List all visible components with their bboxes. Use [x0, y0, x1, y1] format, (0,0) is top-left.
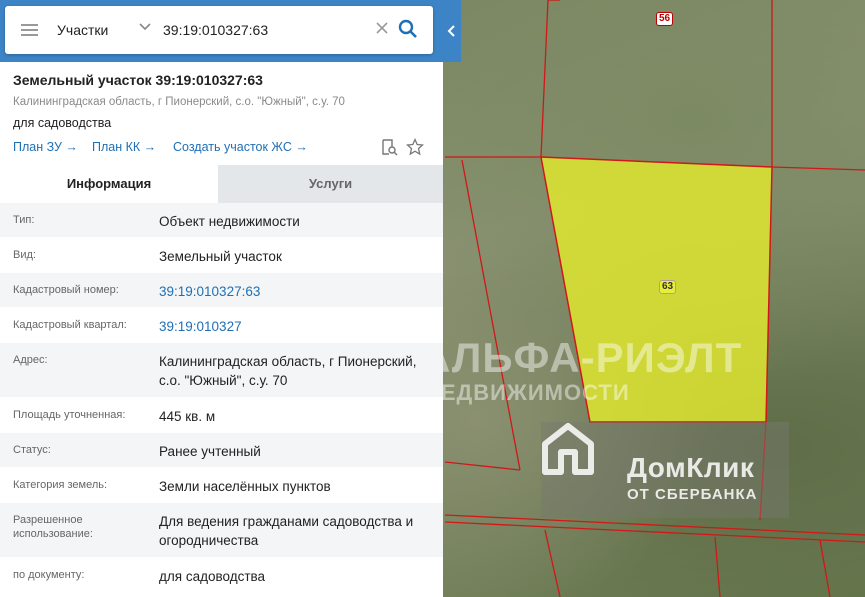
field-key: Категория земель:	[13, 479, 108, 491]
field-list: Тип: Объект недвижимости Вид: Земельный …	[0, 203, 443, 593]
parcel-label-56[interactable]: 56	[656, 12, 674, 26]
parcel-label-63[interactable]: 63	[659, 280, 677, 294]
field-value: Для ведения гражданами садоводства и ого…	[159, 514, 414, 548]
chevron-down-icon[interactable]	[137, 18, 153, 34]
document-search-icon[interactable]	[380, 138, 398, 156]
info-panel: Участки 39:19:010327:63 Земельный участо…	[0, 0, 443, 597]
field-row-cadastral-number: Кадастровый номер: 39:19:010327:63	[0, 273, 443, 308]
field-value: Объект недвижимости	[159, 214, 300, 229]
watermark-subtext: НЕДВИЖИМОСТИ	[424, 380, 630, 405]
field-key: Вид:	[13, 249, 36, 261]
field-value: Ранее учтенный	[159, 444, 261, 459]
plan-zu-link[interactable]: План ЗУ →	[13, 140, 78, 154]
watermark-text: АЛЬФА-РИЭЛТ	[420, 334, 743, 381]
field-key: Кадастровый номер:	[13, 284, 119, 296]
search-scope-select[interactable]: Участки	[57, 22, 108, 38]
field-key: Адрес:	[13, 354, 48, 366]
field-key: Разрешенное использование:	[13, 514, 93, 540]
menu-icon[interactable]	[21, 24, 38, 36]
field-value: Земельный участок	[159, 249, 282, 264]
field-value: 445 кв. м	[159, 409, 216, 424]
tab-services[interactable]: Услуги	[218, 165, 443, 203]
field-row-by-document: по документу: для садоводства	[0, 558, 443, 593]
field-row-land-category: Категория земель: Земли населённых пункт…	[0, 468, 443, 503]
logo-title: ДомКлик	[627, 452, 755, 483]
tabs: Информация Услуги	[0, 165, 443, 203]
field-key: Статус:	[13, 444, 51, 456]
logo-subtitle: ОТ СБЕРБАНКА	[627, 486, 758, 503]
domclick-logo: ДомКлик ОТ СБЕРБАНКА	[541, 422, 789, 518]
cadastral-quarter-link[interactable]: 39:19:010327	[159, 317, 434, 336]
cadastral-number-link[interactable]: 39:19:010327:63	[159, 282, 434, 301]
field-row-cadastral-quarter: Кадастровый квартал: 39:19:010327	[0, 308, 443, 343]
field-row-address: Адрес: Калининградская область, г Пионер…	[0, 343, 443, 398]
object-use: для садоводства	[13, 116, 112, 130]
field-row-permitted-use: Разрешенное использование: Для ведения г…	[0, 503, 443, 558]
close-icon[interactable]	[374, 20, 390, 36]
collapse-panel-button[interactable]	[443, 0, 461, 62]
object-address: Калининградская область, г Пионерский, с…	[13, 96, 345, 108]
field-value: Земли населённых пунктов	[159, 479, 331, 494]
field-value: Калининградская область, г Пионерский, с…	[159, 354, 417, 388]
search-icon[interactable]	[398, 19, 418, 39]
field-row-type: Тип: Объект недвижимости	[0, 203, 443, 238]
field-key: Площадь уточненная:	[13, 409, 126, 421]
field-key: Кадастровый квартал:	[13, 319, 127, 331]
plan-kk-link[interactable]: План КК →	[92, 140, 156, 154]
object-title: Земельный участок 39:19:010327:63	[13, 72, 263, 88]
create-parcel-link[interactable]: Создать участок ЖС →	[173, 140, 308, 154]
field-row-kind: Вид: Земельный участок	[0, 238, 443, 273]
field-key: Тип:	[13, 214, 35, 226]
field-value: для садоводства	[159, 569, 266, 584]
chevron-left-icon	[447, 25, 455, 37]
field-row-area: Площадь уточненная: 445 кв. м	[0, 398, 443, 433]
tab-information[interactable]: Информация	[0, 165, 218, 203]
search-input[interactable]: 39:19:010327:63	[163, 22, 268, 38]
field-key: по документу:	[13, 569, 85, 581]
field-row-status: Статус: Ранее учтенный	[0, 433, 443, 468]
house-icon	[542, 423, 594, 475]
star-icon[interactable]	[406, 138, 424, 156]
search-bar: Участки 39:19:010327:63	[5, 6, 433, 54]
